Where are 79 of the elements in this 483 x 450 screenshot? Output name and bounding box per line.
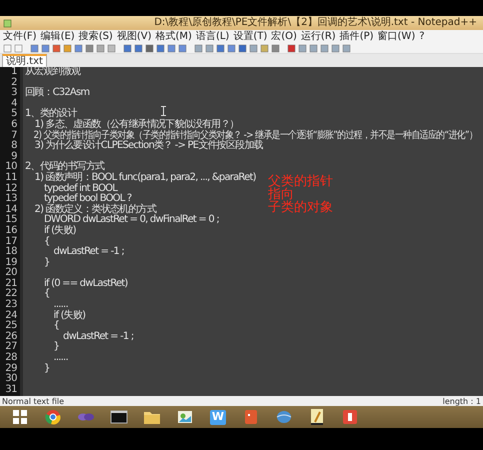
code-line: 1、类的设计 <box>25 109 77 120</box>
code-line: 1) 函数声明：BOOL func(para1, para2, ..., &paraRet) <box>34 172 256 183</box>
code-line: } <box>43 258 50 268</box>
line-number: 31 <box>4 384 18 396</box>
line-number: 17 <box>4 236 18 246</box>
window-title: D:\教程\原创教程\PE文件解析\【2】回调的艺术\说明.txt - Notepad++ <box>154 17 477 29</box>
annotation-text: 父类的指针 <box>268 175 333 188</box>
line-number: 6 <box>10 120 18 130</box>
line-number: 3 <box>10 88 18 98</box>
code-line: { <box>52 321 60 332</box>
status-text: Normal text file <box>2 396 64 406</box>
code-line: } <box>43 364 50 374</box>
line-number: 7 <box>10 130 18 141</box>
code-line: DWORD dwLastRet = 0, dwFinalRet = 0 ; <box>43 215 219 226</box>
code-line: typedef bool BOOL ? <box>44 194 132 204</box>
code-line: 3) 为什么要设计CLPESection类？ -> PE文件按区段加载 <box>34 141 263 152</box>
code-line: typedef int BOOL <box>43 184 117 194</box>
line-number: 9 <box>11 152 18 162</box>
line-number: 29 <box>4 364 18 374</box>
line-number: 24 <box>4 310 18 321</box>
line-number: 8 <box>10 141 18 152</box>
code-line: if (失败) <box>43 226 76 236</box>
browser-icon[interactable] <box>43 407 63 427</box>
menu-item[interactable]: 运行(R) <box>300 30 337 42</box>
line-number: 28 <box>4 353 18 364</box>
menu-item[interactable]: 语言(L) <box>194 30 230 42</box>
code-line: 2、代码的书写方式 <box>25 162 104 172</box>
code-line: if (0 == dwLastRet) <box>43 278 128 289</box>
menu-item[interactable]: 设置(T) <box>232 30 268 42</box>
code-line: } <box>52 342 60 354</box>
line-number: 30 <box>4 374 18 384</box>
line-number: 5 <box>10 109 18 120</box>
line-number: 26 <box>4 332 18 342</box>
line-number: 16 <box>4 226 18 236</box>
code-line: 回顾：C32Asm <box>25 88 90 99</box>
line-number: 1 <box>10 67 18 78</box>
annotation-text: 子类的对象 <box>268 201 333 214</box>
code-line: ...... <box>52 353 68 364</box>
code-line: dwLastRet = -1 ; <box>62 332 134 342</box>
line-number: 10 <box>4 162 18 172</box>
code-line: 2) 父类的指针指向子类对象（子类的指针指向父类对象？ -> 继承是一个逐渐“膨胀”的过程，并不是一种自适应的“进化”） <box>32 130 478 141</box>
menu-item[interactable]: 编辑(E) <box>40 30 76 42</box>
menu-item[interactable]: 搜索(S) <box>78 30 114 42</box>
text-cursor-icon <box>161 106 166 116</box>
line-number: 25 <box>4 321 18 332</box>
line-number: 12 <box>4 184 18 194</box>
menu-item[interactable]: 插件(P) <box>338 30 375 42</box>
line-number: 2 <box>10 78 18 88</box>
line-number: 27 <box>4 342 18 352</box>
line-number: 22 <box>4 289 18 300</box>
menu-item[interactable]: 窗口(W) <box>376 30 416 42</box>
app-icon[interactable] <box>340 407 360 427</box>
code-line: 2) 函数定义：类状态机的方式 <box>34 204 156 215</box>
code-line: { <box>43 236 50 248</box>
code-line: { <box>43 289 50 300</box>
annotation-text: 指向 <box>268 188 294 201</box>
menu-item[interactable]: 宏(O) <box>270 30 298 42</box>
line-number: 19 <box>4 258 18 268</box>
code-line: if (失败) <box>52 310 86 321</box>
code-line: 1) 多态、虚函数（公有继承情况下貌似没有用？） <box>34 120 239 130</box>
line-number: 15 <box>4 215 18 226</box>
line-number: 11 <box>4 172 18 184</box>
length-text: length : 1 <box>442 396 481 406</box>
menu-item[interactable]: 格式(M) <box>154 30 193 42</box>
line-number: 14 <box>4 204 18 215</box>
line-number: 23 <box>4 300 18 310</box>
code-line: dwLastRet = -1 ; <box>52 247 124 258</box>
line-number: 21 <box>4 278 18 289</box>
code-line: ...... <box>52 300 68 310</box>
file-tab[interactable]: 说明.txt <box>2 54 47 67</box>
line-number: 13 <box>4 194 18 204</box>
menu-item[interactable]: 文件(F) <box>2 30 38 42</box>
app-icon <box>3 18 12 28</box>
line-number: 20 <box>4 268 18 278</box>
menu-item[interactable]: ? <box>418 30 426 42</box>
line-number: 4 <box>10 98 18 109</box>
line-number: 18 <box>4 247 18 258</box>
windows-icon[interactable] <box>10 407 30 427</box>
menu-item[interactable]: 视图(V) <box>116 30 152 42</box>
